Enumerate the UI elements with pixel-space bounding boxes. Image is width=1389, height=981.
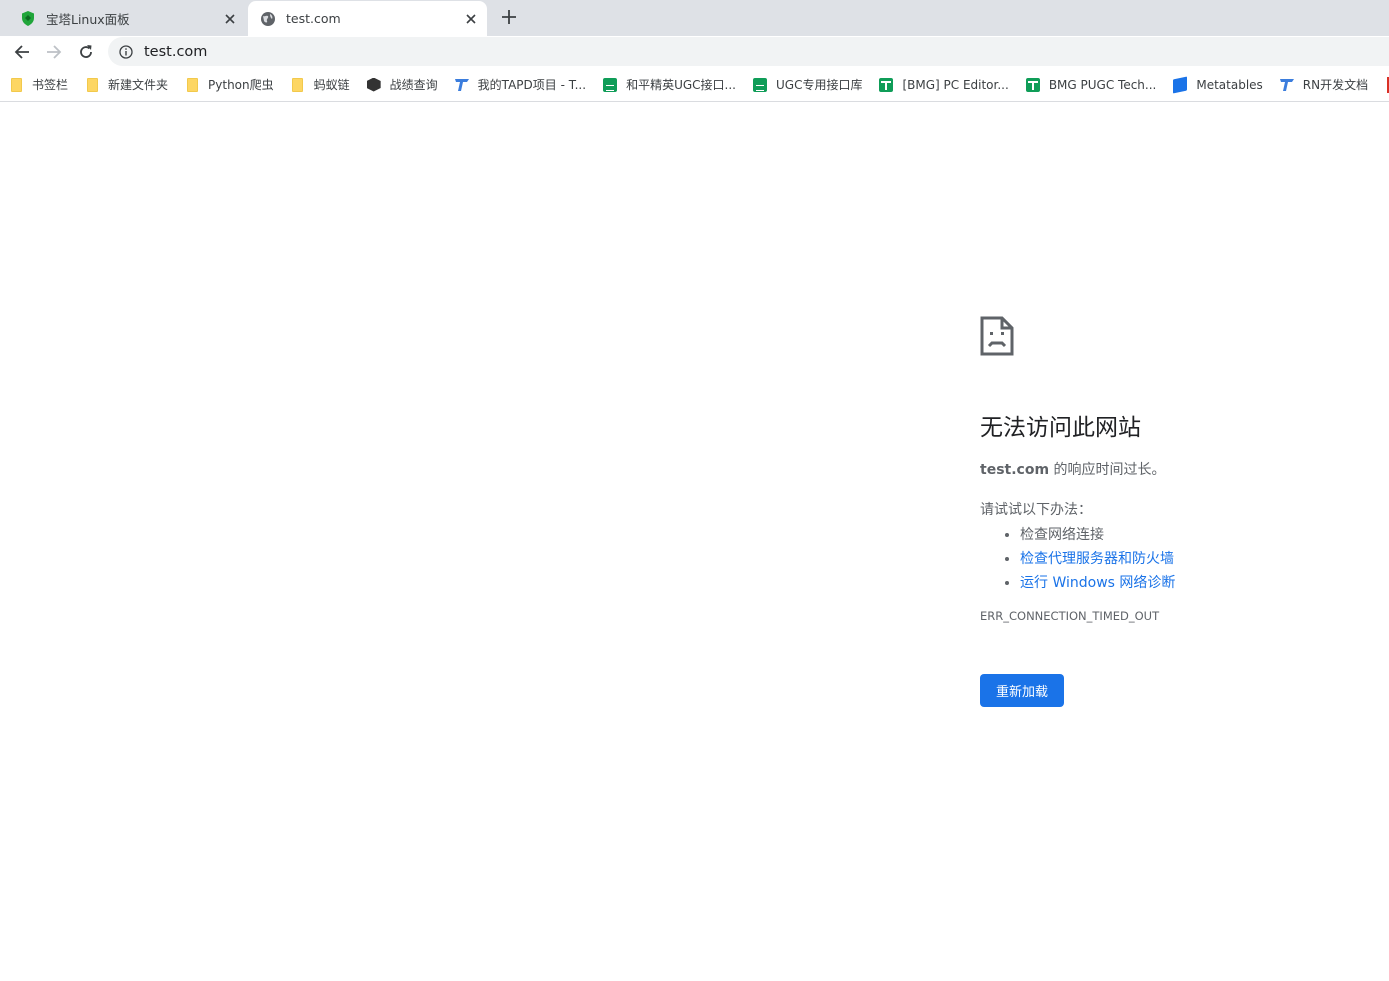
baota-shield-icon [20, 11, 36, 27]
folder-icon [290, 77, 306, 93]
bookmark-item[interactable]: Metatables [1164, 72, 1270, 98]
bookmarks-bar: 书签栏 新建文件夹 Python爬虫 蚂蚁链 战绩查询 我的TAPD项目 - T… [0, 68, 1389, 102]
bookmark-item[interactable]: 战绩查询 [358, 72, 446, 98]
bookmark-item[interactable]: 书签栏 [0, 72, 76, 98]
bookmark-label: Python爬虫 [208, 78, 274, 92]
back-button[interactable] [9, 39, 35, 65]
try-label: 请试试以下办法： [980, 502, 1092, 518]
tapd-icon [454, 77, 470, 93]
hexagon-icon [366, 77, 382, 93]
bookmark-label: BMG PUGC Tech... [1048, 77, 1157, 92]
address-bar[interactable]: test.com [108, 37, 1389, 66]
bookmark-item[interactable]: 我的TAPD项目 - T... [446, 72, 594, 98]
suggestion-item: 检查代理服务器和防火墙 [1020, 547, 1380, 571]
plus-icon [502, 10, 516, 24]
new-tab-button[interactable] [498, 6, 520, 28]
url-text: test.com [144, 43, 208, 60]
forward-button[interactable] [41, 39, 67, 65]
bookmark-label: 我的TAPD项目 - T... [477, 78, 587, 92]
reload-page-button[interactable]: 重新加载 [980, 674, 1064, 707]
bookmark-item[interactable]: [BMG] PC Editor... [870, 72, 1016, 98]
close-tab-icon[interactable] [220, 9, 240, 29]
table-icon [878, 77, 894, 93]
suggestion-item: 检查网络连接 [1020, 523, 1380, 547]
suggestion-item: 运行 Windows 网络诊断 [1020, 571, 1380, 595]
bookmark-label: [BMG] PC Editor... [902, 77, 1009, 92]
tab-title: test.com [286, 11, 341, 26]
table-icon [1025, 77, 1041, 93]
metatables-icon [1172, 76, 1188, 93]
bookmark-label: UGC专用接口库 [775, 78, 863, 92]
suggestion-text: 检查网络连接 [1020, 527, 1104, 543]
tapd-icon [1279, 77, 1295, 93]
reload-icon [80, 45, 92, 58]
sheets-icon [602, 77, 618, 93]
bookmark-label: 战绩查询 [389, 78, 438, 92]
bookmark-label: Metatables [1196, 77, 1263, 92]
arrow-right-icon [47, 45, 62, 59]
arrow-left-icon [14, 45, 29, 59]
tab-test-com[interactable]: test.com [248, 1, 487, 36]
folder-icon [84, 77, 100, 93]
globe-icon [260, 11, 276, 27]
error-heading: 无法访问此网站 [980, 415, 1141, 441]
bookmark-label: 书签栏 [32, 78, 69, 92]
tab-strip: 宝塔Linux面板 test.com [0, 0, 1389, 36]
error-panel: 无法访问此网站 test.com 的响应时间过长。 请试试以下办法： 检查网络连… [980, 316, 1380, 623]
check-proxy-firewall-link[interactable]: 检查代理服务器和防火墙 [1020, 551, 1174, 567]
error-host: test.com [980, 462, 1050, 478]
folder-icon [184, 77, 200, 93]
info-icon[interactable] [118, 44, 134, 60]
reload-button[interactable] [73, 39, 99, 65]
bookmark-item[interactable]: UGC专用接口库 [744, 72, 870, 98]
run-network-diagnostics-link[interactable]: 运行 Windows 网络诊断 [1020, 575, 1175, 591]
bookmark-item[interactable]: 新建文件夹 [76, 72, 176, 98]
bookmark-label: 蚂蚁链 [313, 78, 350, 92]
sheets-icon [752, 77, 768, 93]
bookmark-item[interactable]: Python爬虫 [176, 72, 282, 98]
tab-title: 宝塔Linux面板 [46, 12, 130, 27]
bookmark-item[interactable]: BMG PUGC Tech... [1017, 72, 1165, 98]
bookmark-item[interactable]: 蚂蚁链 [282, 72, 358, 98]
bookmark-item[interactable]: RN开发文档 [1271, 72, 1376, 98]
toolbar: test.com [0, 36, 1389, 68]
red-bookmark-icon [1384, 76, 1389, 93]
bookmark-label: 新建文件夹 [108, 78, 169, 92]
bookmark-label: RN开发文档 [1302, 78, 1369, 92]
close-tab-icon[interactable] [461, 9, 481, 29]
folder-icon [8, 77, 24, 93]
suggestion-list: 检查网络连接 检查代理服务器和防火墙 运行 Windows 网络诊断 [980, 523, 1380, 595]
sad-page-icon [980, 316, 1014, 356]
tab-baota[interactable]: 宝塔Linux面板 [8, 1, 246, 36]
error-description-text: 的响应时间过长。 [1049, 462, 1166, 478]
bookmark-item-overflow[interactable] [1376, 72, 1389, 98]
bookmark-item[interactable]: 和平精英UGC接口... [594, 72, 744, 98]
error-description: test.com 的响应时间过长。 [980, 459, 1380, 479]
bookmark-label: 和平精英UGC接口... [626, 78, 736, 92]
error-code: ERR_CONNECTION_TIMED_OUT [980, 609, 1160, 623]
